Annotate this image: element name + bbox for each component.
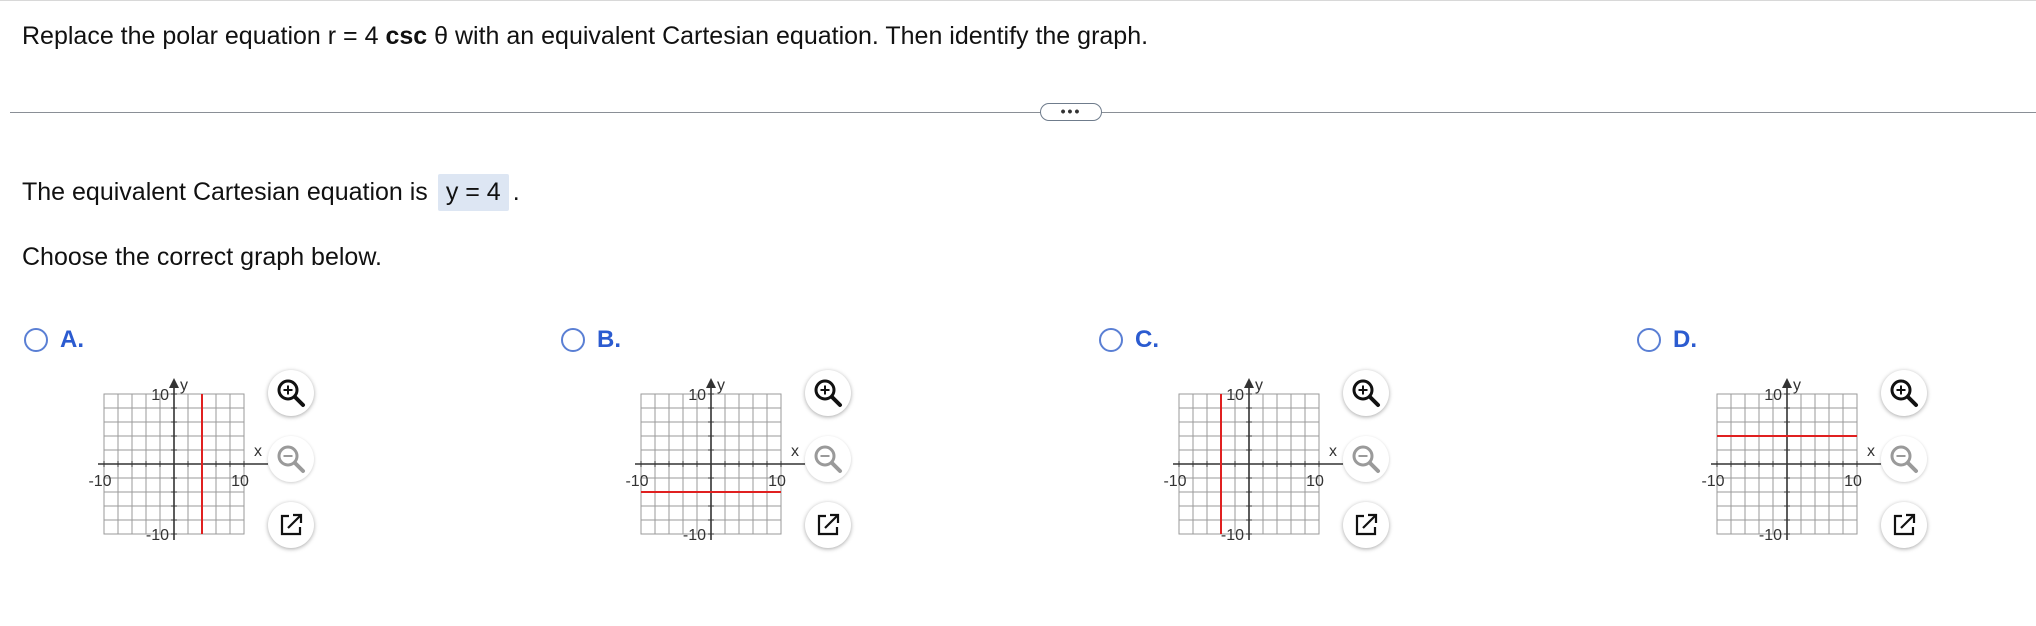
open-external-icon [280,513,303,536]
zoom-in-icon [277,379,305,407]
option-d-selector[interactable]: D. [1637,326,1697,354]
x-max-label: 10 [231,473,249,490]
zoom-in-button[interactable] [1881,370,1927,416]
y-axis-label: y [180,377,188,394]
zoom-out-button[interactable] [805,436,851,482]
answer-trail: . [512,178,520,206]
radio-button[interactable] [561,328,585,352]
y-axis-label: y [717,377,725,394]
answer-lead: The equivalent Cartesian equation is [22,178,428,206]
top-rule [0,0,2036,1]
question-four: 4 [364,22,386,50]
option-letter: B. [597,326,621,353]
y-axis-arrow [1244,378,1254,388]
option-c-selector[interactable]: C. [1099,326,1159,354]
x-max-label: 10 [768,473,786,490]
graph-d: y x 10 -10 -10 10 [1701,377,1881,544]
open-graph-button[interactable] [268,502,314,548]
y-axis-arrow [706,378,716,388]
zoom-in-icon [814,379,842,407]
zoom-in-button[interactable] [268,370,314,416]
y-axis-arrow [169,378,179,388]
graph-b: y x 10 -10 -10 10 [625,377,805,544]
zoom-out-icon [277,445,305,473]
open-graph-button[interactable] [805,502,851,548]
y-max-label: 10 [151,387,169,404]
zoom-in-button[interactable] [1343,370,1389,416]
question-text: Replace the polar equation r = 4 csc θ w… [22,22,1148,51]
y-max-label: 10 [1764,387,1782,404]
zoom-out-button[interactable] [268,436,314,482]
zoom-in-button[interactable] [805,370,851,416]
y-max-label: 10 [1226,387,1244,404]
zoom-in-icon [1352,379,1380,407]
open-graph-button[interactable] [1343,502,1389,548]
x-min-label: -10 [1701,473,1724,490]
option-letter: A. [60,326,84,353]
x-axis-label: x [791,443,799,460]
zoom-in-icon [1890,379,1918,407]
section-divider [10,112,2036,113]
x-axis-label: x [1329,443,1337,460]
answer-line: The equivalent Cartesian equation is y =… [22,174,520,211]
option-a: A. y x 10 -10 -10 10 [24,326,344,556]
option-a-selector[interactable]: A. [24,326,84,354]
graph-tools [1881,370,1937,550]
x-min-label: -10 [625,473,648,490]
x-min-label: -10 [88,473,111,490]
radio-button[interactable] [1637,328,1661,352]
zoom-out-button[interactable] [1343,436,1389,482]
question-theta: θ [427,22,449,50]
zoom-out-button[interactable] [1881,436,1927,482]
y-min-label: -10 [683,527,706,544]
question-csc: csc [385,22,428,50]
y-axis-arrow [1782,378,1792,388]
radio-button[interactable] [24,328,48,352]
question-post: with an equivalent Cartesian equation. T… [448,22,1149,50]
answer-value-box[interactable]: y = 4 [437,174,509,211]
question-eq: = [336,22,365,50]
option-letter: D. [1673,326,1697,353]
x-axis-label: x [254,443,262,460]
x-max-label: 10 [1844,473,1862,490]
open-external-icon [817,513,840,536]
y-min-label: -10 [1221,527,1244,544]
option-letter: C. [1135,326,1159,353]
question-pre: Replace the polar equation r [22,22,337,50]
choose-prompt: Choose the correct graph below. [22,243,382,271]
graph-a: y x 10 -10 -10 10 [88,377,268,544]
y-max-label: 10 [688,387,706,404]
y-axis-label: y [1255,377,1263,394]
option-d: D. y x 10 -10 -10 10 [1637,326,1957,556]
x-axis-label: x [1867,443,1875,460]
zoom-out-icon [1352,445,1380,473]
option-c: C. y x 10 -10 -10 10 [1099,326,1419,556]
option-b-selector[interactable]: B. [561,326,621,354]
graph-tools [805,370,861,550]
open-external-icon [1355,513,1378,536]
x-min-label: -10 [1163,473,1186,490]
x-max-label: 10 [1306,473,1324,490]
radio-button[interactable] [1099,328,1123,352]
zoom-out-icon [814,445,842,473]
graph-tools [1343,370,1399,550]
graph-tools [268,370,324,550]
graph-c: y x 10 -10 -10 10 [1163,377,1343,544]
zoom-out-icon [1890,445,1918,473]
open-external-icon [1893,513,1916,536]
expand-more-button[interactable]: ••• [1040,103,1102,121]
y-axis-label: y [1793,377,1801,394]
y-min-label: -10 [146,527,169,544]
y-min-label: -10 [1759,527,1782,544]
option-b: B. y x 10 -10 -10 10 [561,326,881,556]
open-graph-button[interactable] [1881,502,1927,548]
